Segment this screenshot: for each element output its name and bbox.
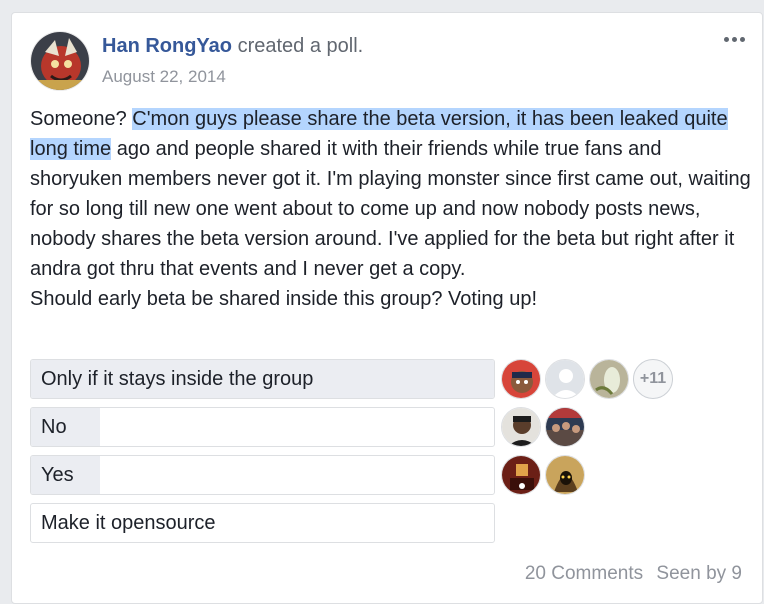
poll-option-label: Only if it stays inside the group <box>41 368 314 390</box>
voter-avatar[interactable] <box>501 359 541 399</box>
poll-post-card: Han RongYao created a poll. August 22, 2… <box>11 12 763 604</box>
more-voters-badge[interactable]: +11 <box>633 359 673 399</box>
voter-avatar[interactable] <box>501 455 541 495</box>
poll-option-label: Yes <box>41 464 74 486</box>
post-text-start: Someone? <box>30 108 133 130</box>
voter-avatar[interactable] <box>589 359 629 399</box>
more-options-icon-dot <box>731 36 737 42</box>
voter-avatar[interactable] <box>545 359 585 399</box>
poll-option-no[interactable]: No <box>30 407 495 447</box>
poll-option-make-it-opensource[interactable]: Make it opensource <box>30 503 495 543</box>
poll-option-yes[interactable]: Yes <box>30 455 495 495</box>
more-options-icon <box>723 36 729 42</box>
poll-option-label: No <box>41 416 67 438</box>
post-date-link[interactable]: August 22, 2014 <box>102 67 226 87</box>
author-name-link[interactable]: Han RongYao <box>102 35 232 57</box>
post-action-text: created a poll. <box>237 35 364 57</box>
author-line: Han RongYao created a poll. <box>102 35 363 58</box>
more-options-button[interactable] <box>720 29 748 49</box>
post-footer: 20 Comments Seen by 9 <box>517 563 742 585</box>
poll-question: Should early beta be shared inside this … <box>30 288 538 310</box>
poll-option-voters <box>501 453 585 497</box>
author-avatar[interactable] <box>30 31 90 91</box>
post-text-rest: ago and people shared it with their frie… <box>30 138 751 280</box>
poll-option-voters <box>501 405 585 449</box>
seen-by-link[interactable]: Seen by 9 <box>656 563 742 584</box>
comments-count-link[interactable]: 20 Comments <box>525 563 643 584</box>
voter-avatar[interactable] <box>545 407 585 447</box>
post-body-text: Someone? C'mon guys please share the bet… <box>30 104 752 314</box>
poll-option-voters: +11 <box>501 357 673 401</box>
more-options-icon-dot <box>739 36 745 42</box>
poll-option-label: Make it opensource <box>41 512 216 534</box>
post-body-paragraph: Someone? C'mon guys please share the bet… <box>30 104 752 284</box>
voter-avatar[interactable] <box>545 455 585 495</box>
poll-option-only-if-inside-group[interactable]: Only if it stays inside the group <box>30 359 495 399</box>
voter-avatar[interactable] <box>501 407 541 447</box>
